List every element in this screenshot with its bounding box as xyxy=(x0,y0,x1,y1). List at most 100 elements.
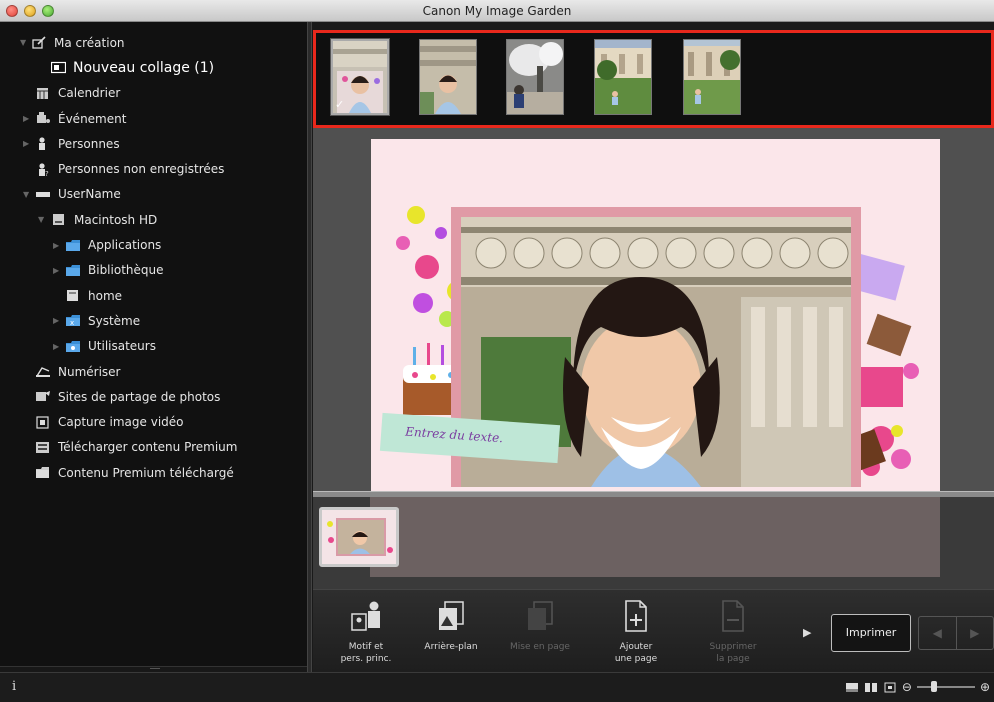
arrow-left-icon: ◀ xyxy=(932,626,942,640)
image-strip: ✓ xyxy=(313,30,994,128)
folder-icon xyxy=(66,264,81,277)
selected-check-icon: ✓ xyxy=(335,98,345,111)
collage-canvas[interactable]: Entrez du texte. xyxy=(371,139,940,491)
sidebar-item-library[interactable]: ▶ Bibliothèque xyxy=(0,258,307,283)
expanded-triangle-icon[interactable]: ▼ xyxy=(23,190,33,199)
layout-button[interactable]: Mise en page xyxy=(501,598,579,653)
sidebar-tree: ▼ Ma création Nouveau collage (1) Calend… xyxy=(0,30,307,485)
sidebar-item-home[interactable]: home xyxy=(0,283,307,308)
photo-thumb-4[interactable] xyxy=(594,39,652,115)
zoom-out-icon[interactable]: ⊖ xyxy=(902,681,912,693)
photo-thumb-2-image xyxy=(420,40,476,114)
video-capture-icon xyxy=(36,415,51,429)
add-page-label-line2: une page xyxy=(614,654,658,664)
delete-page-label-line1: Supprimer xyxy=(709,642,757,652)
background-button[interactable]: Arrière-plan xyxy=(412,598,490,653)
users-folder-icon xyxy=(66,340,81,353)
photo-sharing-icon xyxy=(36,390,51,403)
layout-label: Mise en page xyxy=(510,642,570,652)
calendar-icon xyxy=(36,87,51,100)
single-view-icon[interactable] xyxy=(845,682,859,693)
sidebar-item-new-collage[interactable]: Nouveau collage (1) xyxy=(0,55,307,80)
premium-folder-icon xyxy=(36,466,51,479)
next-page-button[interactable]: ▶ xyxy=(957,617,994,649)
arrow-right-icon: ▶ xyxy=(970,626,980,640)
photo-thumb-1[interactable]: ✓ xyxy=(331,39,389,115)
motif-person-icon xyxy=(351,601,380,631)
motif-and-main-person-button[interactable]: Motif et pers. princ. xyxy=(327,598,405,665)
sidebar-item-system[interactable]: ▶ x Système xyxy=(0,308,307,333)
expanded-triangle-icon[interactable]: ▼ xyxy=(20,38,30,47)
zoom-slider-knob[interactable] xyxy=(930,681,937,692)
zoom-slider[interactable] xyxy=(916,681,975,692)
info-icon[interactable]: i xyxy=(12,679,16,694)
collapsed-triangle-icon[interactable]: ▶ xyxy=(53,241,63,250)
sidebar-item-people[interactable]: ▶ Personnes xyxy=(0,131,307,156)
sidebar-item-event[interactable]: ▶ Événement xyxy=(0,106,307,131)
collapsed-triangle-icon[interactable]: ▶ xyxy=(53,266,63,275)
collapsed-triangle-icon[interactable]: ▶ xyxy=(23,114,33,123)
delete-page-label-line2: la page xyxy=(716,654,750,664)
svg-text:x: x xyxy=(70,319,74,327)
fit-view-icon[interactable] xyxy=(883,682,897,693)
layout-icon xyxy=(528,601,553,630)
expanded-triangle-icon[interactable]: ▼ xyxy=(38,215,48,224)
sidebar-item-download-premium[interactable]: Télécharger contenu Premium xyxy=(0,435,307,460)
photo-thumb-2[interactable] xyxy=(419,39,477,115)
sidebar-item-macintosh-hd[interactable]: ▼ Macintosh HD xyxy=(0,207,307,232)
close-window-button[interactable] xyxy=(6,5,18,17)
collage-icon xyxy=(51,61,66,74)
sidebar-item-scan[interactable]: Numériser xyxy=(0,359,307,384)
sidebar-item-calendar[interactable]: Calendrier xyxy=(0,81,307,106)
sidebar-item-photo-sharing-sites[interactable]: Sites de partage de photos xyxy=(0,384,307,409)
sidebar-item-unregistered-people[interactable]: ? Personnes non enregistrées xyxy=(0,156,307,181)
sidebar-item-username[interactable]: ▼ UserName xyxy=(0,182,307,207)
photo-thumb-5[interactable] xyxy=(683,39,741,115)
sidebar-item-my-creation[interactable]: ▼ Ma création xyxy=(0,30,307,55)
hard-disk-icon xyxy=(52,213,67,226)
zoom-window-button[interactable] xyxy=(42,5,54,17)
creation-icon xyxy=(32,36,47,49)
person-icon xyxy=(36,137,51,151)
download-premium-icon xyxy=(36,441,51,454)
print-button[interactable]: Imprimer xyxy=(831,614,911,652)
folder-icon xyxy=(66,239,81,252)
unregistered-person-icon: ? xyxy=(36,163,51,176)
add-page-label-line1: Ajouter xyxy=(619,642,653,652)
title-bar: Canon My Image Garden xyxy=(0,0,994,22)
svg-text:?: ? xyxy=(45,170,49,176)
page-thumbnails-area xyxy=(313,497,994,589)
previous-page-button[interactable]: ◀ xyxy=(919,617,957,649)
add-page-icon xyxy=(625,600,647,632)
background-label: Arrière-plan xyxy=(424,642,478,652)
minimize-window-button[interactable] xyxy=(24,5,36,17)
photo-thumb-4-image xyxy=(595,40,651,114)
sidebar-item-downloaded-premium[interactable]: Contenu Premium téléchargé xyxy=(0,460,307,485)
sidebar-item-applications[interactable]: ▶ Applications xyxy=(0,232,307,257)
page-thumb-1[interactable] xyxy=(319,507,399,567)
home-folder-icon xyxy=(66,289,81,302)
sidebar-splitter[interactable] xyxy=(307,22,312,672)
add-page-button[interactable]: Ajouter une page xyxy=(597,598,675,665)
status-bar: i ⊖ ⊕ xyxy=(0,672,994,702)
zoom-in-icon[interactable]: ⊕ xyxy=(980,681,990,693)
photo-thumb-3[interactable] xyxy=(506,39,564,115)
collapsed-triangle-icon[interactable]: ▶ xyxy=(53,342,63,351)
motif-label-line1: Motif et xyxy=(348,642,384,652)
split-view-icon[interactable] xyxy=(864,682,878,693)
delete-page-button[interactable]: Supprimer la page xyxy=(694,598,772,665)
drag-preview-ghost xyxy=(370,497,940,577)
user-drive-icon xyxy=(36,188,51,201)
collapsed-triangle-icon[interactable]: ▶ xyxy=(53,316,63,325)
delete-page-icon xyxy=(722,600,744,632)
scan-icon xyxy=(36,365,51,378)
more-tools-arrow-icon[interactable]: ▶ xyxy=(803,626,811,639)
bottom-toolbar: Motif et pers. princ. Arrière-plan Mise … xyxy=(313,589,994,672)
sidebar-item-video-capture[interactable]: Capture image vidéo xyxy=(0,409,307,434)
view-controls: ⊖ ⊕ xyxy=(845,681,990,693)
window-title: Canon My Image Garden xyxy=(422,4,572,18)
sidebar-item-users[interactable]: ▶ Utilisateurs xyxy=(0,334,307,359)
motif-label-line2: pers. princ. xyxy=(340,654,392,664)
sidebar: ▼ Ma création Nouveau collage (1) Calend… xyxy=(0,22,307,673)
collapsed-triangle-icon[interactable]: ▶ xyxy=(23,139,33,148)
